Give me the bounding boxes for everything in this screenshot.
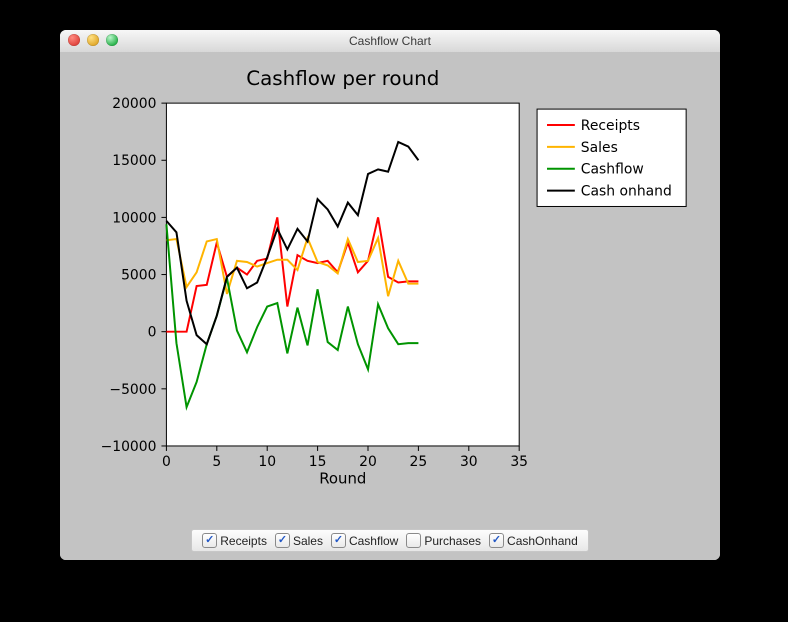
cashflow-chart: Cashflow per round 0 5 10 15 20 25 30 35 Round −10… (72, 62, 708, 502)
x-tick: 25 (410, 454, 428, 470)
minimize-icon[interactable] (87, 34, 99, 46)
x-tick: 5 (212, 454, 221, 470)
window-titlebar: Cashflow Chart (60, 30, 720, 53)
y-tick: −10000 (101, 439, 157, 455)
window-body: Cashflow per round 0 5 10 15 20 25 30 35 Round −10… (60, 52, 720, 560)
zoom-icon[interactable] (106, 34, 118, 46)
legend-label: Cashflow (581, 162, 644, 178)
checkbox-box-sales[interactable]: ✓ (275, 533, 290, 548)
checkbox-purchases[interactable]: Purchases (406, 533, 481, 548)
y-tick: 20000 (112, 96, 156, 112)
checkbox-box-cashflow[interactable]: ✓ (331, 533, 346, 548)
x-tick: 0 (162, 454, 171, 470)
y-tick: 10000 (112, 210, 156, 226)
y-tick: −5000 (109, 382, 156, 398)
checkbox-label-sales: Sales (293, 534, 323, 548)
legend-label: Cash onhand (581, 184, 672, 200)
x-tick: 15 (309, 454, 327, 470)
legend-label: Receipts (581, 118, 640, 134)
y-tick: 0 (148, 325, 157, 341)
y-tick: 15000 (112, 153, 156, 169)
checkbox-label-receipts: Receipts (220, 534, 267, 548)
checkbox-sales[interactable]: ✓Sales (275, 533, 323, 548)
x-tick: 20 (359, 454, 377, 470)
checkbox-box-cashonhand[interactable]: ✓ (489, 533, 504, 548)
window-title: Cashflow Chart (349, 34, 431, 48)
x-axis-label: Round (319, 470, 366, 488)
series-checkbox-bar: ✓Receipts✓Sales✓CashflowPurchases✓CashOn… (191, 529, 589, 552)
y-tick: 5000 (121, 268, 156, 284)
application-window: Cashflow Chart Cashflow per round 0 5 10 15 2… (60, 30, 720, 560)
x-tick: 30 (460, 454, 478, 470)
checkbox-label-cashflow: Cashflow (349, 534, 398, 548)
chart-title: Cashflow per round (246, 67, 439, 90)
checkbox-box-purchases[interactable] (406, 533, 421, 548)
checkbox-cashflow[interactable]: ✓Cashflow (331, 533, 398, 548)
checkbox-label-cashonhand: CashOnhand (507, 534, 578, 548)
close-icon[interactable] (68, 34, 80, 46)
checkbox-receipts[interactable]: ✓Receipts (202, 533, 267, 548)
checkbox-cashonhand[interactable]: ✓CashOnhand (489, 533, 578, 548)
chart-area: Cashflow per round 0 5 10 15 20 25 30 35 Round −10… (72, 62, 708, 502)
x-tick: 35 (510, 454, 528, 470)
window-controls (68, 34, 118, 46)
checkbox-label-purchases: Purchases (424, 534, 481, 548)
x-tick: 10 (258, 454, 276, 470)
legend-label: Sales (581, 140, 618, 156)
checkbox-box-receipts[interactable]: ✓ (202, 533, 217, 548)
